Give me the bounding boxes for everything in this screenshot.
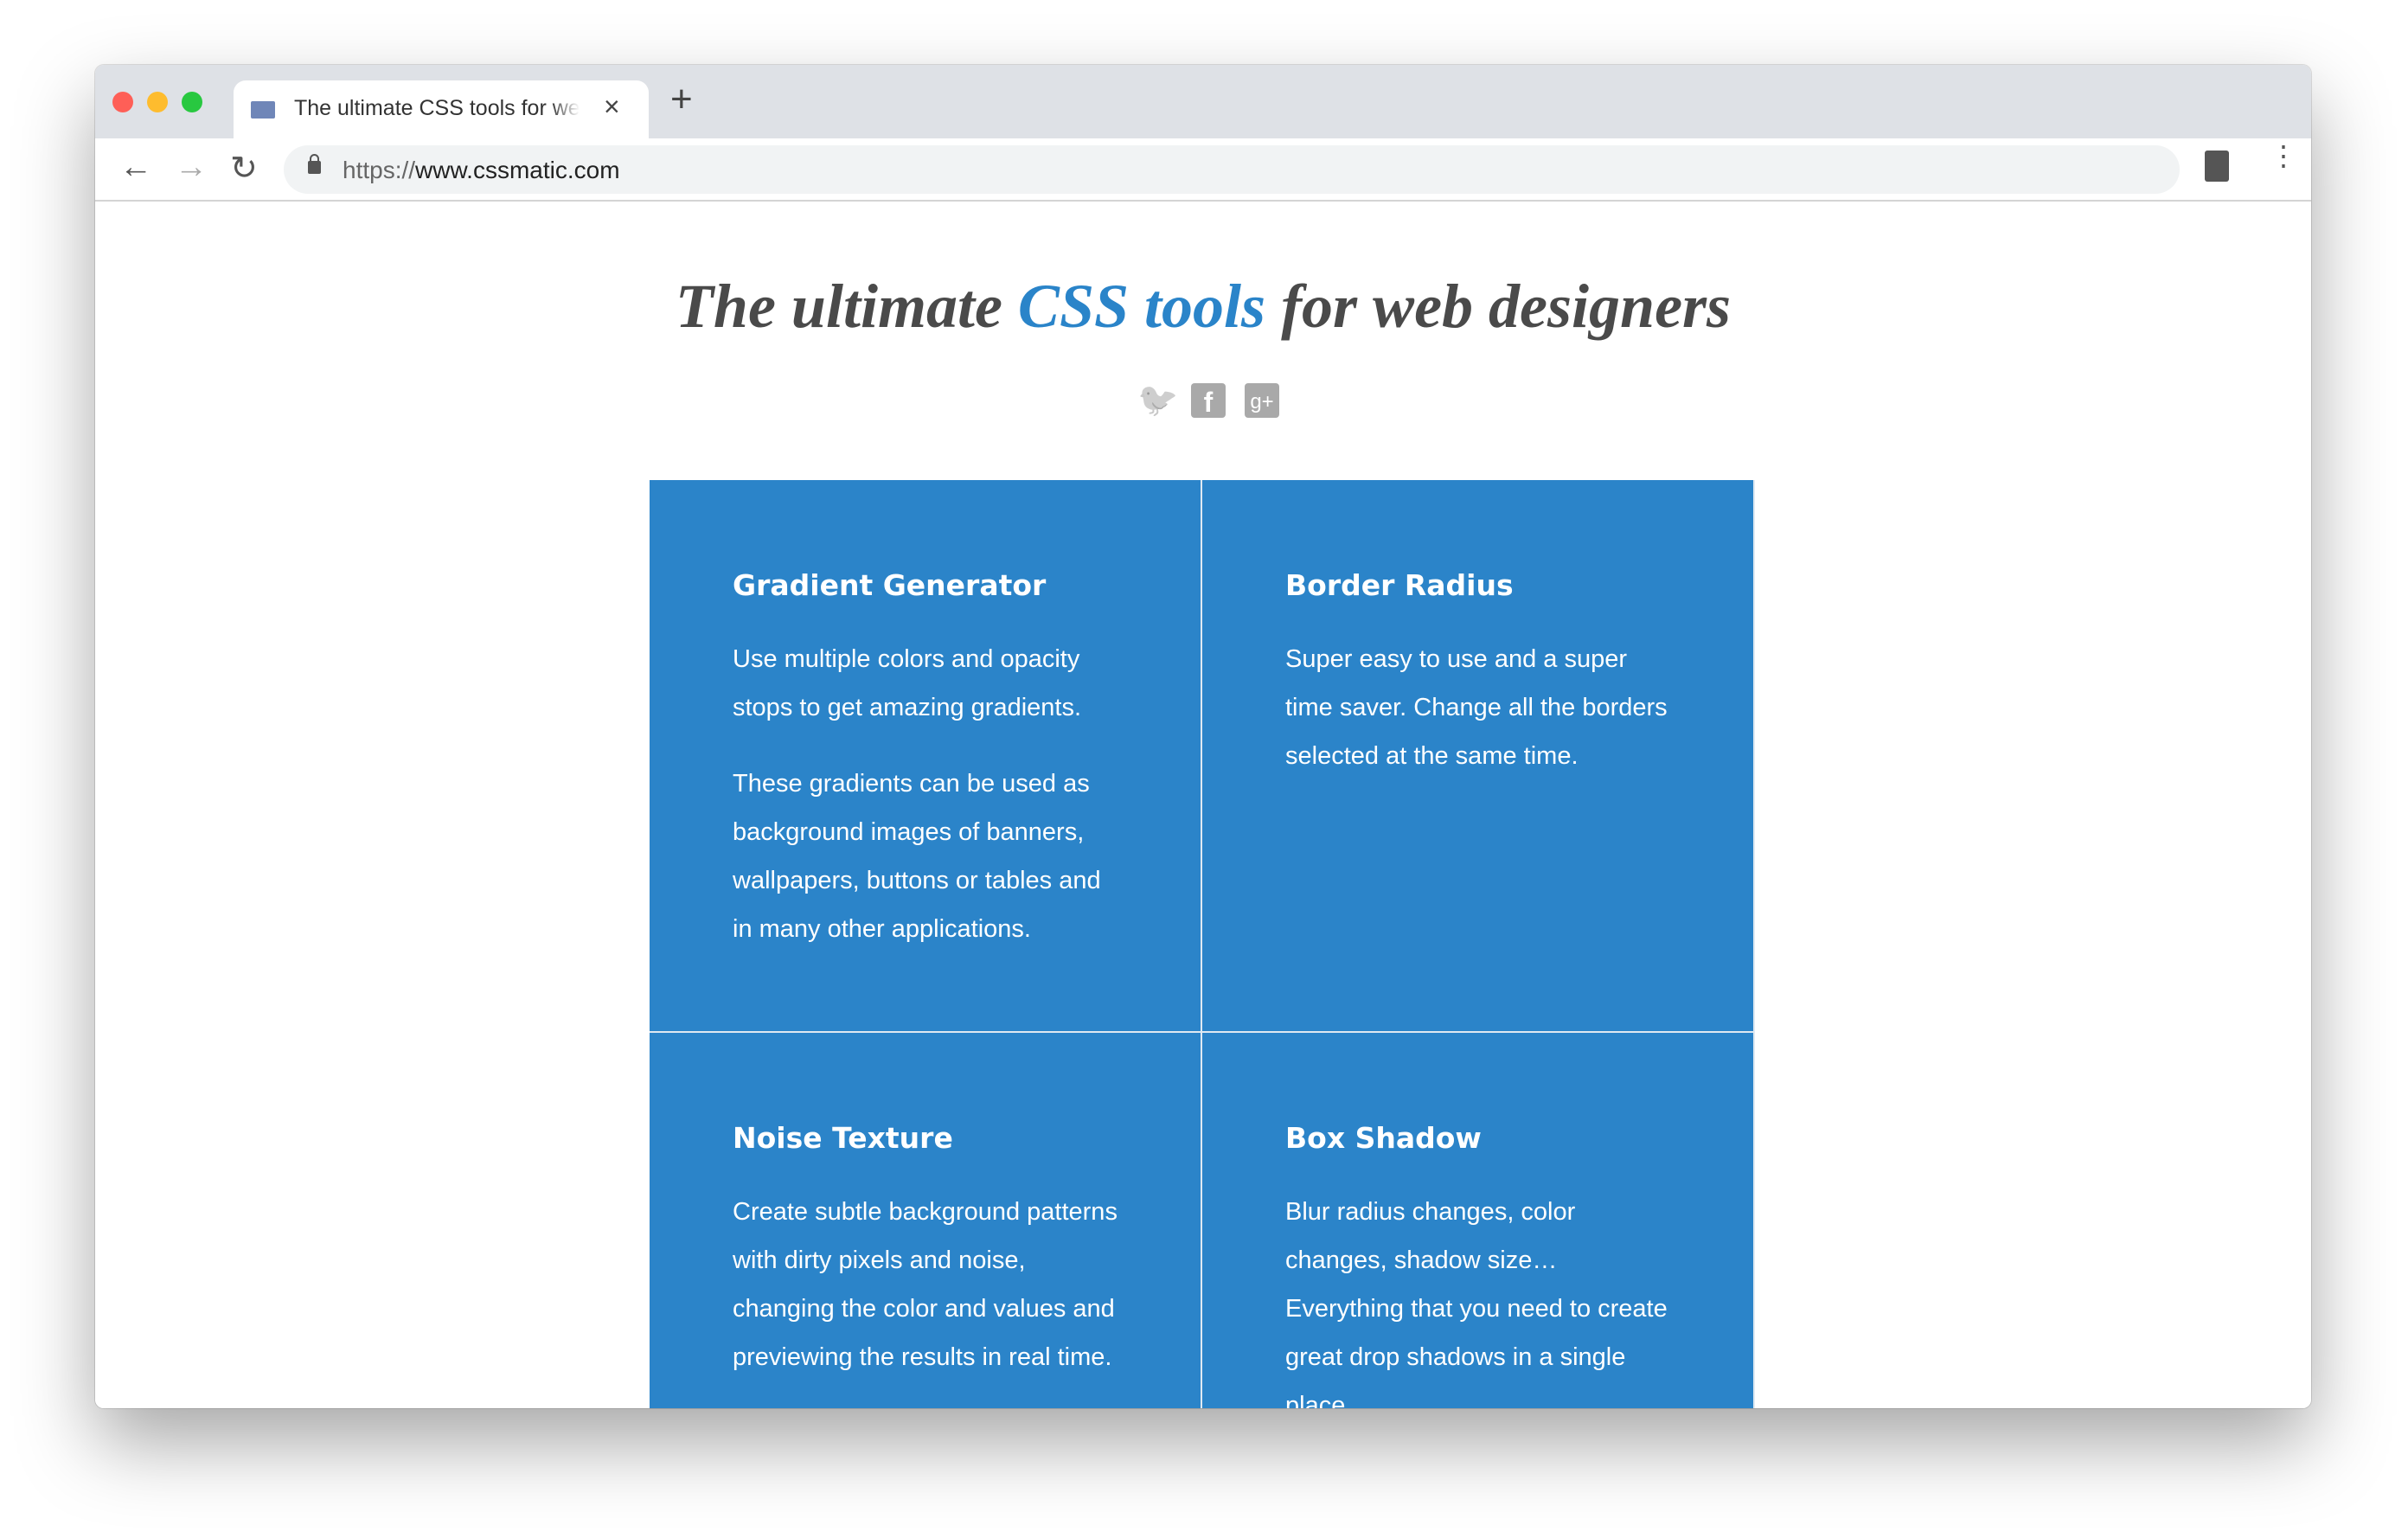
twitter-icon[interactable]: 🐦: [1137, 383, 1178, 418]
url-scheme: https://: [343, 157, 416, 183]
tab-bar: The ultimate CSS tools for web designers…: [95, 65, 2311, 138]
title-pre: The ultimate: [675, 272, 1018, 341]
social-links: 🐦 f g+: [1137, 383, 1279, 418]
facebook-icon[interactable]: f: [1191, 383, 1226, 418]
close-window-button[interactable]: [112, 92, 133, 112]
card-text: Super easy to use and a super time saver…: [1285, 645, 1668, 770]
tools-grid: Gradient Generator Use multiple colors a…: [650, 480, 1755, 1408]
card-title[interactable]: Box Shadow: [1285, 1121, 1675, 1155]
card-gradient-generator[interactable]: Gradient Generator Use multiple colors a…: [650, 480, 1202, 1033]
url-text[interactable]: https://www.cssmatic.com: [343, 157, 620, 184]
card-noise-texture[interactable]: Noise Texture Create subtle background p…: [650, 1033, 1202, 1408]
card-text: Create subtle background patterns with d…: [733, 1198, 1118, 1371]
address-bar[interactable]: https://www.cssmatic.com: [284, 145, 2180, 194]
favicon-icon: [251, 101, 275, 119]
google-plus-icon[interactable]: g+: [1245, 383, 1279, 418]
card-text: Blur radius changes, color changes, shad…: [1285, 1198, 1668, 1408]
tab-close-icon[interactable]: ×: [604, 91, 620, 123]
browser-tab[interactable]: The ultimate CSS tools for web designers…: [234, 80, 649, 138]
title-accent: CSS tools: [1017, 272, 1266, 341]
card-border-radius[interactable]: Border Radius Super easy to use and a su…: [1202, 480, 1755, 1033]
maximize-window-button[interactable]: [182, 92, 202, 112]
lock-icon: [308, 154, 321, 174]
reload-button[interactable]: ↻: [230, 149, 258, 188]
page-content: The ultimate CSS tools for web designers…: [95, 202, 2311, 1408]
title-post: for web designers: [1265, 272, 1732, 341]
forward-button[interactable]: →: [175, 149, 208, 186]
card-title[interactable]: Noise Texture: [733, 1121, 1123, 1155]
minimize-window-button[interactable]: [147, 92, 168, 112]
back-button[interactable]: ←: [119, 149, 152, 186]
browser-window: The ultimate CSS tools for web designers…: [95, 65, 2311, 1408]
card-title[interactable]: Border Radius: [1285, 568, 1675, 602]
card-text: Use multiple colors and opacity stops to…: [733, 645, 1082, 721]
toolbar: ← → ↻ https://www.cssmatic.com ⋮: [95, 138, 2311, 202]
menu-button[interactable]: ⋮: [2270, 142, 2297, 170]
card-text: These gradients can be used as backgroun…: [733, 770, 1101, 943]
url-host: www.cssmatic.com: [415, 157, 620, 183]
card-box-shadow[interactable]: Box Shadow Blur radius changes, color ch…: [1202, 1033, 1755, 1408]
extension-icon[interactable]: [2205, 151, 2229, 182]
new-tab-button[interactable]: +: [670, 80, 693, 119]
tab-title: The ultimate CSS tools for web designers: [294, 96, 580, 120]
page-title: The ultimate CSS tools for web designers: [95, 275, 2311, 337]
card-title[interactable]: Gradient Generator: [733, 568, 1123, 602]
